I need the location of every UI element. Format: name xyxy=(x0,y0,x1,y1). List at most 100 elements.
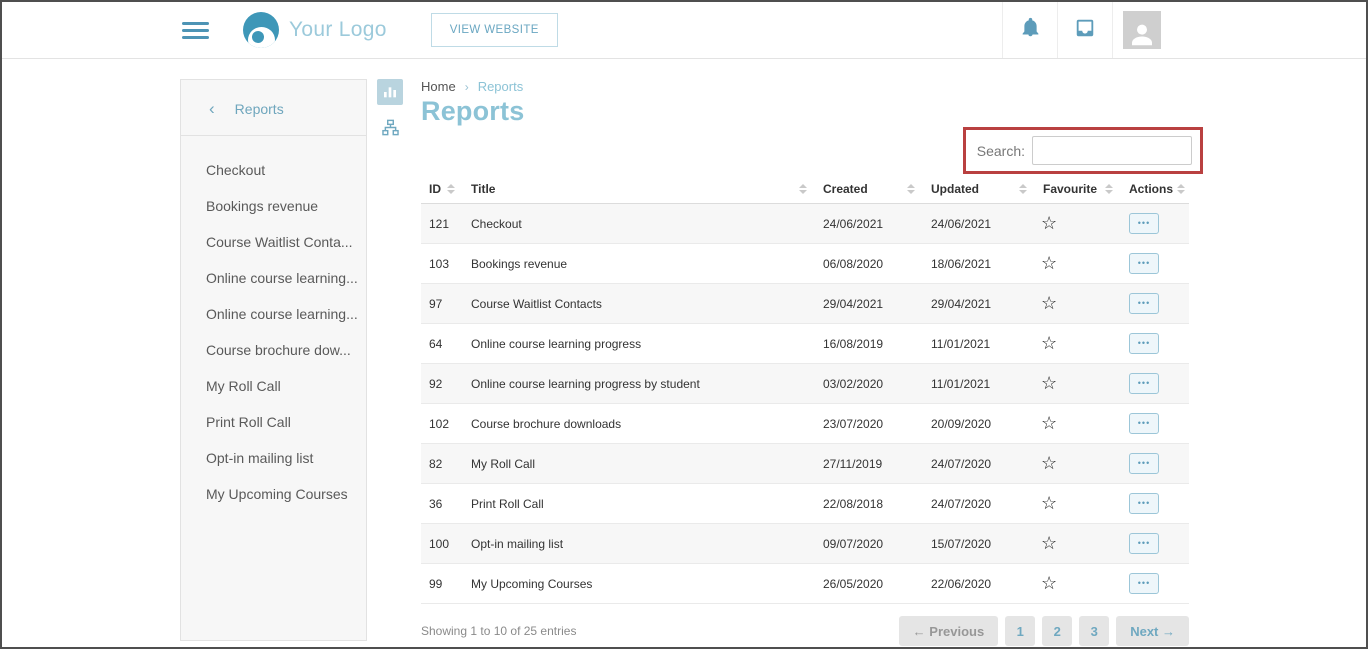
search-highlight-box: Search: xyxy=(963,127,1203,174)
column-header-actions[interactable]: Actions xyxy=(1121,175,1189,204)
page-number-button[interactable]: 1 xyxy=(1005,616,1035,646)
cell-favourite: ☆ xyxy=(1035,284,1121,324)
breadcrumb-current[interactable]: Reports xyxy=(478,79,524,94)
cell-title: My Roll Call xyxy=(463,444,815,484)
row-actions-button[interactable]: ••• xyxy=(1129,333,1159,354)
cell-id: 36 xyxy=(421,484,463,524)
sidebar-item[interactable]: My Upcoming Courses xyxy=(206,476,358,512)
search-input[interactable] xyxy=(1032,136,1192,165)
logo[interactable]: Your Logo xyxy=(243,12,387,48)
favourite-star-icon[interactable]: ☆ xyxy=(1039,493,1057,514)
table-row: 100Opt-in mailing list09/07/202015/07/20… xyxy=(421,524,1189,564)
reports-table-body: 121Checkout24/06/202124/06/2021☆•••103Bo… xyxy=(421,204,1189,604)
table-row: 82My Roll Call27/11/201924/07/2020☆••• xyxy=(421,444,1189,484)
cell-updated: 11/01/2021 xyxy=(923,364,1035,404)
sidebar-item[interactable]: Course brochure dow... xyxy=(206,332,358,368)
favourite-star-icon[interactable]: ☆ xyxy=(1039,533,1057,554)
cell-created: 26/05/2020 xyxy=(815,564,923,604)
avatar[interactable] xyxy=(1112,2,1170,58)
cell-actions: ••• xyxy=(1121,484,1189,524)
favourite-star-icon[interactable]: ☆ xyxy=(1039,373,1057,394)
notifications-button[interactable] xyxy=(1002,2,1057,58)
table-row: 99My Upcoming Courses26/05/202022/06/202… xyxy=(421,564,1189,604)
row-actions-button[interactable]: ••• xyxy=(1129,253,1159,274)
favourite-star-icon[interactable]: ☆ xyxy=(1039,573,1057,594)
cell-title: Online course learning progress by stude… xyxy=(463,364,815,404)
column-header-updated[interactable]: Updated xyxy=(923,175,1035,204)
cell-title: My Upcoming Courses xyxy=(463,564,815,604)
column-label: Created xyxy=(823,182,868,196)
menu-icon[interactable] xyxy=(182,22,209,39)
cell-id: 100 xyxy=(421,524,463,564)
cell-actions: ••• xyxy=(1121,324,1189,364)
cell-created: 23/07/2020 xyxy=(815,404,923,444)
sidebar-item[interactable]: Course Waitlist Conta... xyxy=(206,224,358,260)
reports-chart-icon[interactable] xyxy=(377,79,403,105)
favourite-star-icon[interactable]: ☆ xyxy=(1039,413,1057,434)
reports-table: ID Title Created Updated xyxy=(421,175,1189,604)
favourite-star-icon[interactable]: ☆ xyxy=(1039,253,1057,274)
logo-icon xyxy=(243,12,279,48)
sort-icon xyxy=(907,184,915,194)
table-footer: Showing 1 to 10 of 25 entries ← Previous… xyxy=(421,616,1189,646)
sidebar-item[interactable]: My Roll Call xyxy=(206,368,358,404)
breadcrumb-home[interactable]: Home xyxy=(421,79,456,94)
favourite-star-icon[interactable]: ☆ xyxy=(1039,333,1057,354)
column-header-id[interactable]: ID xyxy=(421,175,463,204)
page-number-button[interactable]: 3 xyxy=(1079,616,1109,646)
table-header-row: ID Title Created Updated xyxy=(421,175,1189,204)
cell-title: Online course learning progress xyxy=(463,324,815,364)
row-actions-button[interactable]: ••• xyxy=(1129,453,1159,474)
favourite-star-icon[interactable]: ☆ xyxy=(1039,213,1057,234)
favourite-star-icon[interactable]: ☆ xyxy=(1039,453,1057,474)
row-actions-button[interactable]: ••• xyxy=(1129,293,1159,314)
sidebar-item[interactable]: Opt-in mailing list xyxy=(206,440,358,476)
page-number-group: 123 xyxy=(1005,616,1109,646)
cell-actions: ••• xyxy=(1121,244,1189,284)
column-header-title[interactable]: Title xyxy=(463,175,815,204)
cell-title: Course brochure downloads xyxy=(463,404,815,444)
favourite-star-icon[interactable]: ☆ xyxy=(1039,293,1057,314)
row-actions-button[interactable]: ••• xyxy=(1129,213,1159,234)
cell-title: Bookings revenue xyxy=(463,244,815,284)
content-area: ‹ Reports CheckoutBookings revenueCourse… xyxy=(2,59,1366,649)
sidebar-item[interactable]: Print Roll Call xyxy=(206,404,358,440)
cell-actions: ••• xyxy=(1121,284,1189,324)
row-actions-button[interactable]: ••• xyxy=(1129,413,1159,434)
inbox-button[interactable] xyxy=(1057,2,1112,58)
cell-favourite: ☆ xyxy=(1035,524,1121,564)
column-label: Favourite xyxy=(1043,182,1097,196)
previous-page-button[interactable]: ← Previous xyxy=(899,616,999,646)
row-actions-button[interactable]: ••• xyxy=(1129,493,1159,514)
column-header-created[interactable]: Created xyxy=(815,175,923,204)
sidebar: ‹ Reports CheckoutBookings revenueCourse… xyxy=(180,79,367,641)
table-row: 64Online course learning progress16/08/2… xyxy=(421,324,1189,364)
entries-summary: Showing 1 to 10 of 25 entries xyxy=(421,624,576,638)
app-window: Your Logo VIEW WEBSITE xyxy=(0,0,1368,649)
sidebar-item[interactable]: Online course learning... xyxy=(206,260,358,296)
table-row: 36Print Roll Call22/08/201824/07/2020☆••… xyxy=(421,484,1189,524)
row-actions-button[interactable]: ••• xyxy=(1129,573,1159,594)
sidebar-item[interactable]: Bookings revenue xyxy=(206,188,358,224)
sitemap-icon[interactable] xyxy=(377,114,403,140)
row-actions-button[interactable]: ••• xyxy=(1129,373,1159,394)
search-row: Search: xyxy=(421,129,1189,175)
column-header-favourite[interactable]: Favourite xyxy=(1035,175,1121,204)
logo-text: Your Logo xyxy=(289,18,387,42)
search-label: Search: xyxy=(977,143,1025,159)
cell-favourite: ☆ xyxy=(1035,404,1121,444)
back-chevron-icon[interactable]: ‹ xyxy=(209,100,215,117)
page-number-button[interactable]: 2 xyxy=(1042,616,1072,646)
row-actions-button[interactable]: ••• xyxy=(1129,533,1159,554)
sidebar-title: Reports xyxy=(235,101,284,117)
cell-updated: 11/01/2021 xyxy=(923,324,1035,364)
next-page-button[interactable]: Next → xyxy=(1116,616,1189,646)
sidebar-item[interactable]: Checkout xyxy=(206,152,358,188)
view-website-button[interactable]: VIEW WEBSITE xyxy=(431,13,558,47)
sidebar-header[interactable]: ‹ Reports xyxy=(181,80,366,136)
sidebar-item[interactable]: Online course learning... xyxy=(206,296,358,332)
cell-updated: 24/07/2020 xyxy=(923,444,1035,484)
cell-id: 121 xyxy=(421,204,463,244)
table-row: 97Course Waitlist Contacts29/04/202129/0… xyxy=(421,284,1189,324)
cell-created: 06/08/2020 xyxy=(815,244,923,284)
